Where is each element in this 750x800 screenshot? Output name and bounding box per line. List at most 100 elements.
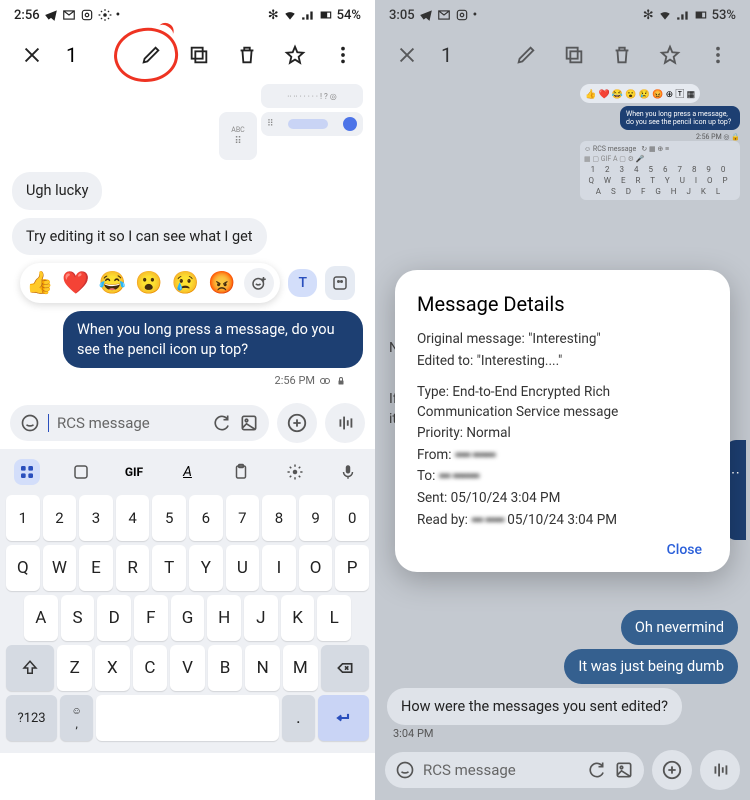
close-icon[interactable] bbox=[12, 35, 52, 75]
space-key[interactable] bbox=[96, 695, 279, 741]
detail-type: Type: End-to-End Encrypted Rich Communic… bbox=[417, 383, 708, 422]
reaction-heart[interactable]: ❤️ bbox=[62, 271, 89, 296]
copy-icon[interactable] bbox=[554, 35, 594, 75]
gallery-icon[interactable] bbox=[239, 413, 259, 433]
reaction-bar: 👍 ❤️ 😂 😮 😢 😡 bbox=[20, 263, 280, 303]
chat-area: Ugh lucky Try editing it so I can see wh… bbox=[0, 164, 375, 397]
star-icon[interactable] bbox=[650, 35, 690, 75]
star-icon[interactable] bbox=[275, 35, 315, 75]
reaction-sad[interactable]: 😢 bbox=[172, 271, 199, 296]
gmail-icon bbox=[437, 8, 451, 22]
gallery-icon[interactable] bbox=[614, 760, 634, 780]
incoming-bubble[interactable]: How were the messages you sent edited? bbox=[387, 688, 682, 725]
message-details-dialog: Message Details Original message: "Inter… bbox=[395, 270, 730, 572]
outgoing-bubble[interactable]: Oh nevermind bbox=[621, 610, 738, 645]
lock-icon bbox=[335, 375, 347, 387]
keyboard: GIF A 1234567890 QWERTYUIOP ASDFGHJKL ZX… bbox=[0, 449, 375, 753]
message-input[interactable]: RCS message bbox=[10, 405, 269, 441]
kb-mic-icon[interactable] bbox=[335, 459, 361, 485]
battery-icon bbox=[694, 8, 708, 22]
emoji-icon[interactable] bbox=[20, 413, 40, 433]
status-time: 2:56 bbox=[14, 8, 40, 23]
voice-button[interactable] bbox=[325, 403, 365, 443]
mini-preview: 👍 ❤️ 😂 😮 😢 😡 ⊕ 🅃 ▦ When you long press a… bbox=[580, 84, 740, 203]
kb-clipboard-icon[interactable] bbox=[228, 459, 254, 485]
kb-sticker-icon[interactable] bbox=[68, 459, 94, 485]
edit-icon[interactable] bbox=[506, 35, 546, 75]
battery-pct: 53% bbox=[712, 8, 736, 23]
detail-sent: Sent: 05/10/24 3:04 PM bbox=[417, 489, 708, 509]
comma-key[interactable]: ☺, bbox=[60, 695, 93, 741]
close-icon[interactable] bbox=[387, 35, 427, 75]
copy-icon[interactable] bbox=[179, 35, 219, 75]
compose-bar: RCS message bbox=[0, 397, 375, 449]
wifi-icon bbox=[658, 8, 672, 22]
delivered-icon bbox=[319, 375, 331, 387]
kb-font-icon[interactable]: A bbox=[175, 459, 201, 485]
status-time: 3:05 bbox=[389, 8, 415, 23]
input-placeholder: RCS message bbox=[423, 761, 516, 779]
kb-row-1: QWERTYUIOP bbox=[6, 545, 369, 591]
plus-button[interactable] bbox=[277, 403, 317, 443]
compose-bar: RCS message bbox=[375, 744, 750, 796]
enter-key[interactable] bbox=[318, 695, 369, 741]
delete-icon[interactable] bbox=[602, 35, 642, 75]
reaction-laugh[interactable]: 😂 bbox=[99, 271, 126, 296]
selection-toolbar: 1 bbox=[375, 30, 750, 80]
redo-icon[interactable] bbox=[211, 413, 231, 433]
incoming-bubble[interactable]: Try editing it so I can see what I get bbox=[12, 218, 267, 256]
selection-toolbar: 1 bbox=[0, 30, 375, 80]
gear-icon bbox=[98, 8, 112, 22]
dialog-title: Message Details bbox=[417, 292, 708, 316]
more-reactions-icon[interactable] bbox=[325, 266, 355, 300]
text-effect-tab[interactable]: T bbox=[288, 269, 317, 297]
backspace-key[interactable] bbox=[321, 645, 369, 691]
timestamp: 2:56 PM bbox=[12, 372, 363, 393]
period-key[interactable]: . bbox=[282, 695, 315, 741]
kb-number-row: 1234567890 bbox=[6, 495, 369, 541]
close-button[interactable]: Close bbox=[417, 532, 708, 558]
outgoing-bubble[interactable]: It was just being dumb bbox=[564, 649, 738, 684]
telegram-icon bbox=[419, 8, 433, 22]
detail-original: Original message: "Interesting" bbox=[417, 330, 708, 350]
emoji-icon[interactable] bbox=[395, 760, 415, 780]
kb-gif-icon[interactable]: GIF bbox=[121, 459, 147, 485]
gmail-icon bbox=[62, 8, 76, 22]
overflow-icon[interactable] bbox=[323, 35, 363, 75]
kb-grid-icon[interactable] bbox=[14, 459, 40, 485]
voice-button[interactable] bbox=[700, 750, 740, 790]
battery-pct: 54% bbox=[337, 8, 361, 23]
signal-icon bbox=[301, 8, 315, 22]
outgoing-bubble[interactable]: When you long press a message, do you se… bbox=[63, 311, 363, 368]
instagram-icon bbox=[455, 8, 469, 22]
wifi-icon bbox=[283, 8, 297, 22]
symbols-key[interactable]: ?123 bbox=[6, 695, 57, 741]
telegram-icon bbox=[44, 8, 58, 22]
edit-icon[interactable] bbox=[131, 35, 171, 75]
redo-icon[interactable] bbox=[586, 760, 606, 780]
shift-key[interactable] bbox=[6, 645, 54, 691]
key-1[interactable]: 1 bbox=[6, 495, 40, 541]
detail-to: To: ▪▪▪ ▪▪▪▪▪▪▪ bbox=[417, 467, 708, 487]
reaction-add-icon[interactable] bbox=[244, 268, 274, 298]
reaction-angry[interactable]: 😡 bbox=[208, 271, 235, 296]
suggestion-strip: ·· ·· · · · · · ! ? ◎ bbox=[0, 80, 375, 112]
kb-row-4: ?123 ☺, . bbox=[6, 695, 369, 741]
plus-button[interactable] bbox=[652, 750, 692, 790]
message-input[interactable]: RCS message bbox=[385, 752, 644, 788]
detail-priority: Priority: Normal bbox=[417, 424, 708, 444]
overflow-icon[interactable] bbox=[698, 35, 738, 75]
incoming-bubble[interactable]: Ugh lucky bbox=[12, 172, 102, 210]
kb-settings-icon[interactable] bbox=[282, 459, 308, 485]
kb-row-3: ZXCVBNM bbox=[6, 645, 369, 691]
delete-icon[interactable] bbox=[227, 35, 267, 75]
instagram-icon bbox=[80, 8, 94, 22]
detail-edited: Edited to: "Interesting...." bbox=[417, 352, 708, 372]
status-bar: 2:56 • ✻ 54% bbox=[0, 0, 375, 30]
input-placeholder: RCS message bbox=[57, 414, 150, 432]
reaction-wow[interactable]: 😮 bbox=[135, 271, 162, 296]
timestamp: 3:04 PM bbox=[387, 725, 738, 742]
right-screenshot: 3:05 • ✻ 53% 1 👍 ❤️ 😂 � bbox=[375, 0, 750, 800]
detail-read: Read by: ▪▪▪ ▪▪▪▪▪ 05/10/24 3:04 PM bbox=[417, 511, 708, 531]
reaction-thumbsup[interactable]: 👍 bbox=[26, 271, 53, 296]
